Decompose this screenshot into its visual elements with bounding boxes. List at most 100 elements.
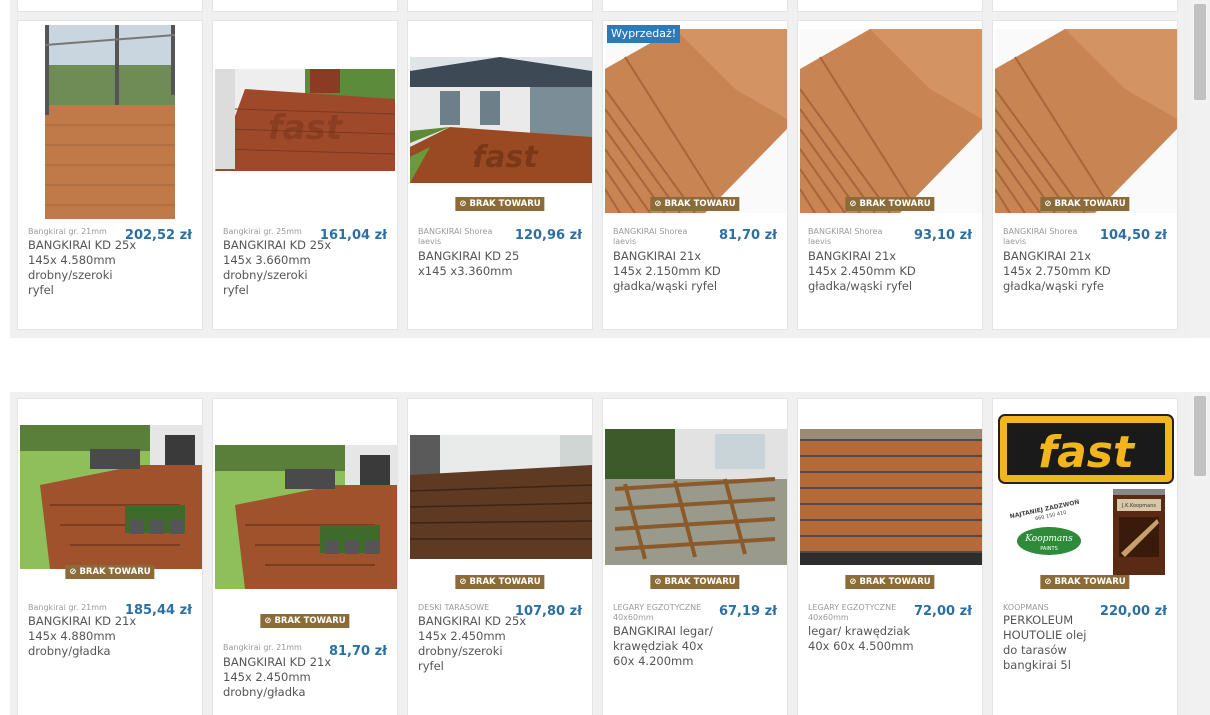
product-image[interactable]: fast NAJTANIEJ ZADZWOŃ 660 150 410 Koopm…: [997, 413, 1175, 577]
product-image[interactable]: fast: [410, 57, 592, 183]
scrollbar-thumb[interactable]: [1194, 4, 1206, 100]
out-of-stock-label: BRAK TOWARU: [859, 199, 931, 209]
product-category: Bangkirai gr. 21mm: [28, 603, 107, 612]
product-image[interactable]: [215, 445, 397, 589]
out-of-stock-badge: ⊘ BRAK TOWARU: [650, 197, 740, 211]
previous-card-edge: [407, 0, 593, 12]
product-card[interactable]: ⊘ BRAK TOWARU Bangkirai gr. 21mm BANGKIR…: [212, 398, 398, 715]
product-grid-top: Bangkirai gr. 21mm BANGKIRAI KD 25x 145x…: [0, 0, 1210, 338]
product-category: Bangkirai gr. 21mm: [28, 227, 107, 236]
product-price: 93,10 zł: [913, 228, 972, 243]
product-card[interactable]: ⊘ BRAK TOWARU DESKI TARASOWE BANGKIRAI K…: [407, 398, 593, 715]
out-of-stock-badge: ⊘ BRAK TOWARU: [1040, 197, 1130, 211]
product-price: 81,70 zł: [718, 228, 777, 243]
ban-icon: ⊘: [654, 199, 662, 209]
product-price: 161,04 zł: [319, 228, 387, 243]
svg-text:PAINTS: PAINTS: [1040, 546, 1058, 552]
product-title[interactable]: PERKOLEUM HOUTOLIE olej do tarasów bangk…: [1003, 613, 1103, 673]
product-price: 81,70 zł: [328, 644, 387, 659]
product-title[interactable]: BANGKIRAI 21x 145x 2.150mm KD gładka/wąs…: [613, 249, 723, 294]
product-price: 185,44 zł: [124, 603, 192, 618]
product-card[interactable]: ⊘ BRAK TOWARU LEGARY EGZOTYCZNE 40x60mm …: [797, 398, 983, 715]
out-of-stock-label: BRAK TOWARU: [469, 577, 541, 587]
product-category: LEGARY EGZOTYCZNE 40x60mm: [613, 603, 702, 622]
out-of-stock-label: BRAK TOWARU: [1054, 577, 1126, 587]
product-price: 72,00 zł: [913, 604, 972, 619]
product-price: 67,19 zł: [718, 604, 777, 619]
out-of-stock-label: BRAK TOWARU: [664, 577, 736, 587]
out-of-stock-badge: ⊘ BRAK TOWARU: [455, 197, 545, 211]
scrollbar[interactable]: [1190, 0, 1210, 338]
previous-card-edge: [602, 0, 788, 12]
out-of-stock-badge: ⊘ BRAK TOWARU: [1040, 575, 1130, 589]
product-title[interactable]: BANGKIRAI 21x 145x 2.450mm KD gładka/wąs…: [808, 249, 918, 294]
product-image[interactable]: [800, 29, 982, 213]
product-price: 107,80 zł: [514, 604, 582, 619]
product-card[interactable]: ⊘ BRAK TOWARU Bangkirai gr. 21mm BANGKIR…: [17, 398, 203, 715]
product-title[interactable]: BANGKIRAI legar/ krawędziak 40x 60x 4.20…: [613, 624, 723, 669]
ban-icon: ⊘: [459, 199, 467, 209]
product-image[interactable]: [605, 429, 787, 565]
product-price: 120,96 zł: [514, 228, 582, 243]
product-price: 202,52 zł: [124, 228, 192, 243]
product-image[interactable]: fast: [215, 69, 395, 171]
out-of-stock-badge: ⊘ BRAK TOWARU: [845, 575, 935, 589]
product-title[interactable]: BANGKIRAI 21x 145x 2.750mm KD gładka/wąs…: [1003, 249, 1113, 294]
product-card[interactable]: Wyprzedaż! ⊘ BRAK TOWARU BANGKIRAI Shore…: [602, 20, 788, 330]
ban-icon: ⊘: [264, 616, 272, 626]
product-category: Bangkirai gr. 21mm: [223, 643, 302, 652]
product-card[interactable]: fast ⊘ BRAK TOWARU BANGKIRAI Shorea laev…: [407, 20, 593, 330]
scrollbar[interactable]: [1190, 392, 1210, 715]
out-of-stock-badge: ⊘ BRAK TOWARU: [260, 614, 350, 628]
scrollbar-thumb[interactable]: [1194, 396, 1206, 476]
product-category: BANGKIRAI Shorea laevis: [613, 227, 688, 246]
product-image[interactable]: [45, 25, 175, 219]
previous-card-edge: [17, 0, 203, 12]
product-title[interactable]: BANGKIRAI KD 25x 145x 3.660mm drobny/sze…: [223, 238, 333, 298]
out-of-stock-label: BRAK TOWARU: [469, 199, 541, 209]
product-card[interactable]: ⊘ BRAK TOWARU LEGARY EGZOTYCZNE 40x60mm …: [602, 398, 788, 715]
product-price: 220,00 zł: [1099, 604, 1167, 619]
product-title[interactable]: BANGKIRAI KD 25x 145x 2.450mm drobny/sze…: [418, 614, 528, 674]
product-category: BANGKIRAI Shorea laevis: [808, 227, 883, 246]
previous-card-edge: [992, 0, 1178, 12]
svg-text:Koopmans: Koopmans: [1024, 534, 1073, 544]
product-category: LEGARY EGZOTYCZNE 40x60mm: [808, 603, 897, 622]
product-title[interactable]: legar/ krawędziak 40x 60x 4.500mm: [808, 624, 918, 654]
ban-icon: ⊘: [459, 577, 467, 587]
product-image[interactable]: [800, 429, 982, 565]
product-title[interactable]: BANGKIRAI KD 21x 145x 2.450mm drobny/gła…: [223, 655, 338, 700]
product-card[interactable]: ⊘ BRAK TOWARU BANGKIRAI Shorea laevis BA…: [992, 20, 1178, 330]
ban-icon: ⊘: [849, 577, 857, 587]
product-category: KOOPMANS: [1003, 603, 1049, 612]
product-title[interactable]: BANGKIRAI KD 25x 145x 4.580mm drobny/sze…: [28, 238, 138, 298]
product-image[interactable]: [605, 29, 787, 213]
previous-card-edge: [797, 0, 983, 12]
product-image[interactable]: [20, 425, 202, 569]
out-of-stock-label: BRAK TOWARU: [79, 567, 151, 577]
product-category: DESKI TARASOWE: [418, 603, 490, 612]
svg-text:fast: fast: [472, 140, 539, 175]
product-image[interactable]: [995, 29, 1177, 213]
product-category: BANGKIRAI Shorea laevis: [1003, 227, 1078, 246]
sale-badge: Wyprzedaż!: [607, 25, 681, 43]
out-of-stock-badge: ⊘ BRAK TOWARU: [650, 575, 740, 589]
out-of-stock-label: BRAK TOWARU: [1054, 199, 1126, 209]
ban-icon: ⊘: [69, 567, 77, 577]
out-of-stock-badge: ⊘ BRAK TOWARU: [845, 197, 935, 211]
product-grid-bottom: ⊘ BRAK TOWARU Bangkirai gr. 21mm BANGKIR…: [0, 392, 1210, 715]
product-title[interactable]: BANGKIRAI KD 21x 145x 4.880mm drobny/gła…: [28, 614, 138, 659]
svg-text:J.K.Koopmans: J.K.Koopmans: [1121, 503, 1156, 509]
product-card[interactable]: fast NAJTANIEJ ZADZWOŃ 660 150 410 Koopm…: [992, 398, 1178, 715]
product-title[interactable]: BANGKIRAI KD 25 x145 x3.360mm: [418, 249, 528, 279]
product-card[interactable]: ⊘ BRAK TOWARU BANGKIRAI Shorea laevis BA…: [797, 20, 983, 330]
product-image[interactable]: [410, 435, 592, 559]
out-of-stock-badge: ⊘ BRAK TOWARU: [65, 565, 155, 579]
product-card[interactable]: Bangkirai gr. 21mm BANGKIRAI KD 25x 145x…: [17, 20, 203, 330]
ban-icon: ⊘: [654, 577, 662, 587]
product-category: BANGKIRAI Shorea laevis: [418, 227, 493, 246]
product-card[interactable]: fast Bangkirai gr. 25mm BANGKIRAI KD 25x…: [212, 20, 398, 330]
previous-card-edge: [212, 0, 398, 12]
product-price: 104,50 zł: [1099, 228, 1167, 243]
fast-logo: fast: [1038, 427, 1136, 478]
